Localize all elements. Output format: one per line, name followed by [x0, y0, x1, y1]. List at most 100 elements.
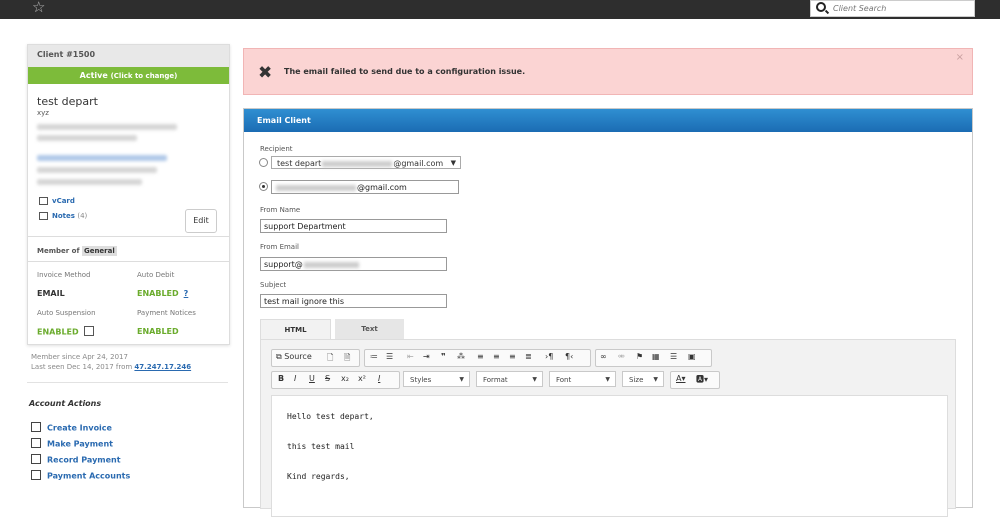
subscript-icon[interactable]: x₂	[341, 374, 349, 383]
subject-input[interactable]: test mail ignore this	[260, 294, 447, 308]
recipient-radio-1[interactable]	[259, 158, 268, 167]
text-color-icon[interactable]: A▾	[676, 374, 686, 383]
status-label: Active	[79, 71, 108, 80]
invoice-method-label: Invoice Method	[37, 271, 91, 279]
toolbar-group: ⧉ Source 🗋 🗎	[271, 349, 360, 367]
create-invoice-link[interactable]: Create Invoice	[31, 422, 112, 433]
rtl-icon[interactable]: ¶‹	[565, 352, 573, 361]
record-payment-link[interactable]: Record Payment	[31, 454, 121, 465]
bold-icon[interactable]: B	[278, 374, 284, 383]
outdent-icon[interactable]: ⇤	[407, 352, 414, 361]
client-company: xyz	[37, 109, 49, 117]
ip-link[interactable]: 47.247.17.246	[134, 363, 191, 371]
horizontal-line-icon[interactable]: ☰	[670, 352, 677, 361]
account-actions-title: Account Actions	[29, 399, 102, 408]
divider	[28, 236, 229, 237]
ltr-icon[interactable]: ›¶	[545, 352, 553, 361]
payment-accounts-link[interactable]: Payment Accounts	[31, 470, 130, 481]
superscript-icon[interactable]: x²	[358, 374, 366, 383]
source-button[interactable]: ⧉ Source	[276, 352, 312, 362]
strikethrough-icon[interactable]: S	[325, 374, 330, 383]
client-search[interactable]	[810, 0, 975, 17]
recipient-label: Recipient	[260, 145, 293, 153]
close-icon[interactable]: ×	[956, 52, 964, 63]
template-icon[interactable]: 🗎	[344, 352, 350, 366]
preview-icon[interactable]: 🗋	[327, 352, 333, 366]
notes-icon	[39, 212, 48, 220]
search-icon	[816, 2, 826, 12]
toolbar-group: ≔ ☰ ⇤ ⇥ ❞ ⁂ ≡ ≡ ≡ ≣ ›¶ ¶‹	[364, 349, 591, 367]
toolbar-group: A▾ 🅰▾	[670, 371, 720, 389]
auto-debit-value[interactable]: ENABLED?	[137, 289, 188, 298]
chevron-down-icon: ▼	[459, 376, 464, 383]
table-icon[interactable]: ▦	[652, 352, 660, 361]
status-hint: (Click to change)	[110, 72, 178, 80]
alert-message: The email failed to send due to a config…	[284, 67, 526, 76]
justify-icon[interactable]: ≣	[525, 352, 532, 361]
vcard-link[interactable]: vCard	[39, 197, 75, 205]
chevron-down-icon: ▼	[532, 376, 537, 383]
from-email-label: From Email	[260, 243, 299, 251]
help-icon[interactable]: ?	[184, 289, 189, 298]
image-icon[interactable]: ▣	[688, 352, 696, 361]
styles-dropdown[interactable]: Styles ▼	[403, 371, 470, 387]
underline-icon[interactable]: U	[309, 374, 315, 383]
status-toggle[interactable]: Active (Click to change)	[28, 67, 229, 84]
notes-link[interactable]: Notes (4)	[39, 212, 87, 220]
email-client-panel: Email Client Recipient test depart @gmail…	[243, 108, 973, 517]
client-header: Client #1500	[28, 45, 229, 67]
chevron-down-icon: ▼	[653, 376, 658, 383]
from-email-input[interactable]: support@	[260, 257, 447, 271]
star-icon[interactable]: ☆	[32, 0, 45, 16]
format-dropdown[interactable]: Format ▼	[476, 371, 543, 387]
font-dropdown[interactable]: Font ▼	[549, 371, 616, 387]
align-left-icon[interactable]: ≡	[477, 352, 484, 361]
invoice-method-value: EMAIL	[37, 289, 65, 298]
from-name-label: From Name	[260, 206, 301, 214]
toolbar-group: B I U S x₂ x² I	[271, 371, 400, 389]
align-center-icon[interactable]: ≡	[493, 352, 500, 361]
indent-icon[interactable]: ⇥	[423, 352, 430, 361]
editor-content[interactable]: Hello test depart, this test mail Kind r…	[271, 395, 948, 517]
tab-html[interactable]: HTML	[260, 319, 331, 340]
redacted-phone	[37, 179, 142, 185]
unlink-icon[interactable]: ⚮	[618, 352, 625, 361]
group-badge: General	[81, 246, 117, 256]
align-right-icon[interactable]: ≡	[509, 352, 516, 361]
vcard-icon	[39, 197, 48, 205]
blockquote-icon[interactable]: ❞	[441, 352, 446, 361]
italic-icon[interactable]: I	[294, 374, 296, 383]
toolbar-group: ∞ ⚮ ⚑ ▦ ☰ ▣	[595, 349, 712, 367]
redacted-address	[37, 135, 137, 141]
edit-button[interactable]: Edit	[185, 209, 217, 233]
recipient-radio-2[interactable]	[259, 182, 268, 191]
payment-notices-label: Payment Notices	[137, 309, 196, 317]
member-since: Member since Apr 24, 2017 Last seen Dec …	[31, 353, 192, 371]
calendar-icon[interactable]	[83, 326, 94, 336]
link-icon[interactable]: ∞	[600, 352, 607, 361]
bulleted-list-icon[interactable]: ☰	[386, 352, 393, 361]
bank-icon	[31, 470, 41, 480]
payment-notices-value[interactable]: ENABLED	[137, 327, 179, 336]
background-color-icon[interactable]: 🅰▾	[696, 374, 708, 385]
tab-text[interactable]: Text	[335, 319, 404, 339]
numbered-list-icon[interactable]: ≔	[370, 352, 378, 361]
rich-text-editor: ⧉ Source 🗋 🗎 ≔ ☰ ⇤ ⇥ ❞ ⁂ ≡ ≡ ≡ ≣ ›¶ ¶‹ ∞…	[260, 339, 956, 517]
div-icon[interactable]: ⁂	[457, 352, 465, 361]
size-dropdown[interactable]: Size ▼	[622, 371, 664, 387]
remove-format-icon[interactable]: I	[378, 374, 380, 383]
body-line: this test mail	[287, 442, 355, 451]
auto-debit-label: Auto Debit	[137, 271, 175, 279]
body-line: Kind regards,	[287, 472, 350, 481]
auto-suspension-value[interactable]: ENABLED	[37, 326, 94, 337]
client-search-input[interactable]	[833, 1, 968, 15]
redacted-address	[37, 124, 177, 130]
from-name-input[interactable]: support Department	[260, 219, 447, 233]
recipient-select[interactable]: test depart @gmail.com ▼	[271, 156, 461, 169]
recipient-custom-input[interactable]: @gmail.com	[271, 180, 459, 194]
make-payment-link[interactable]: Make Payment	[31, 438, 113, 449]
anchor-flag-icon[interactable]: ⚑	[636, 352, 643, 361]
divider	[28, 261, 229, 262]
panel-title: Email Client	[244, 109, 972, 132]
top-bar: ☆	[0, 0, 1000, 19]
